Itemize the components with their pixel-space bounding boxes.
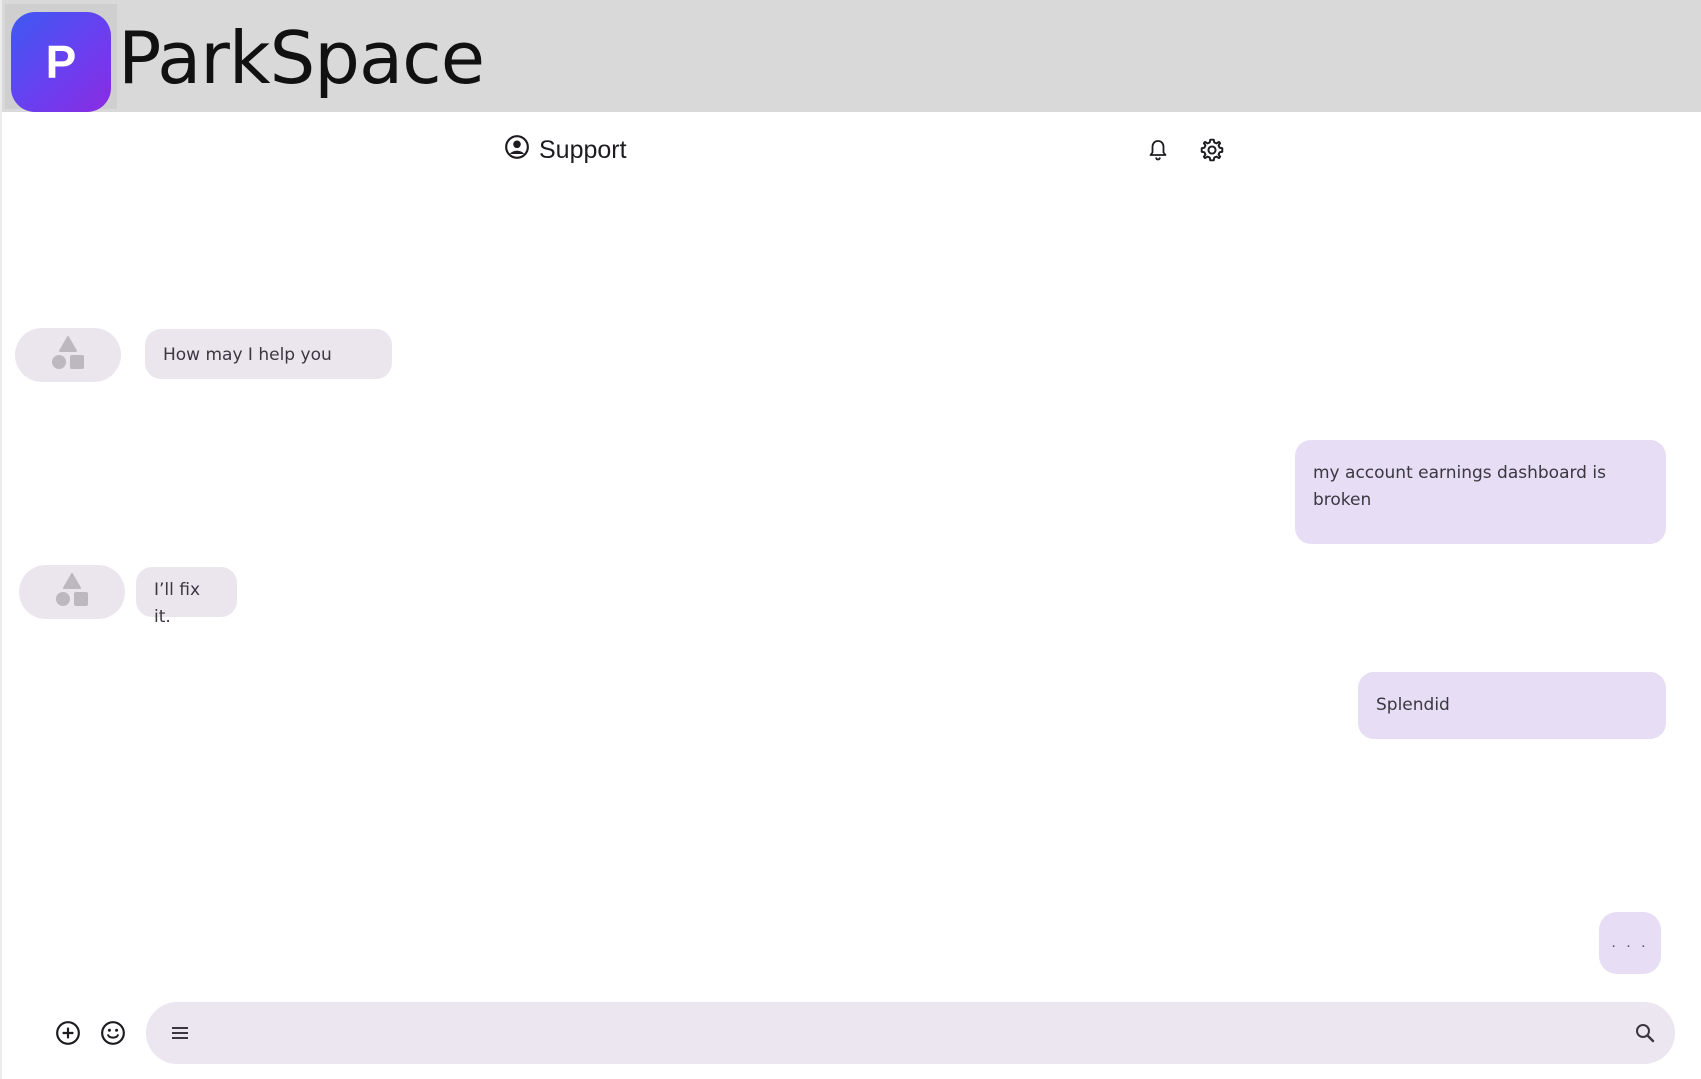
shapes-icon — [52, 570, 92, 615]
logo-container[interactable]: P — [5, 4, 117, 112]
agent-avatar — [19, 565, 125, 619]
page-title: Support — [539, 136, 627, 164]
gear-icon[interactable] — [1196, 134, 1228, 166]
agent-avatar — [15, 328, 121, 382]
message-bubble-outgoing: Splendid — [1358, 672, 1666, 739]
support-header: Support — [504, 134, 627, 167]
search-icon[interactable] — [1629, 1017, 1661, 1049]
message-input[interactable] — [208, 1010, 1592, 1058]
bell-icon[interactable] — [1142, 134, 1174, 166]
app-bar: P ParkSpace — [2, 0, 1701, 112]
message-bubble-outgoing: my account earnings dashboard is broken — [1295, 440, 1666, 544]
message-bubble-incoming: How may I help you — [145, 329, 392, 379]
typing-indicator: . . . — [1599, 912, 1661, 974]
emoji-icon[interactable] — [97, 1017, 129, 1049]
support-chat-page: P ParkSpace Support How may I help you m… — [0, 0, 1701, 1079]
logo-letter: P — [45, 36, 77, 88]
app-logo: P — [11, 12, 111, 112]
menu-icon[interactable] — [164, 1017, 196, 1049]
message-composer — [146, 1002, 1675, 1064]
app-name: ParkSpace — [118, 16, 485, 100]
add-circle-icon[interactable] — [52, 1017, 84, 1049]
message-bubble-incoming: I’ll fix it. — [136, 567, 237, 627]
account-circle-icon — [504, 134, 530, 167]
shapes-icon — [48, 333, 88, 378]
